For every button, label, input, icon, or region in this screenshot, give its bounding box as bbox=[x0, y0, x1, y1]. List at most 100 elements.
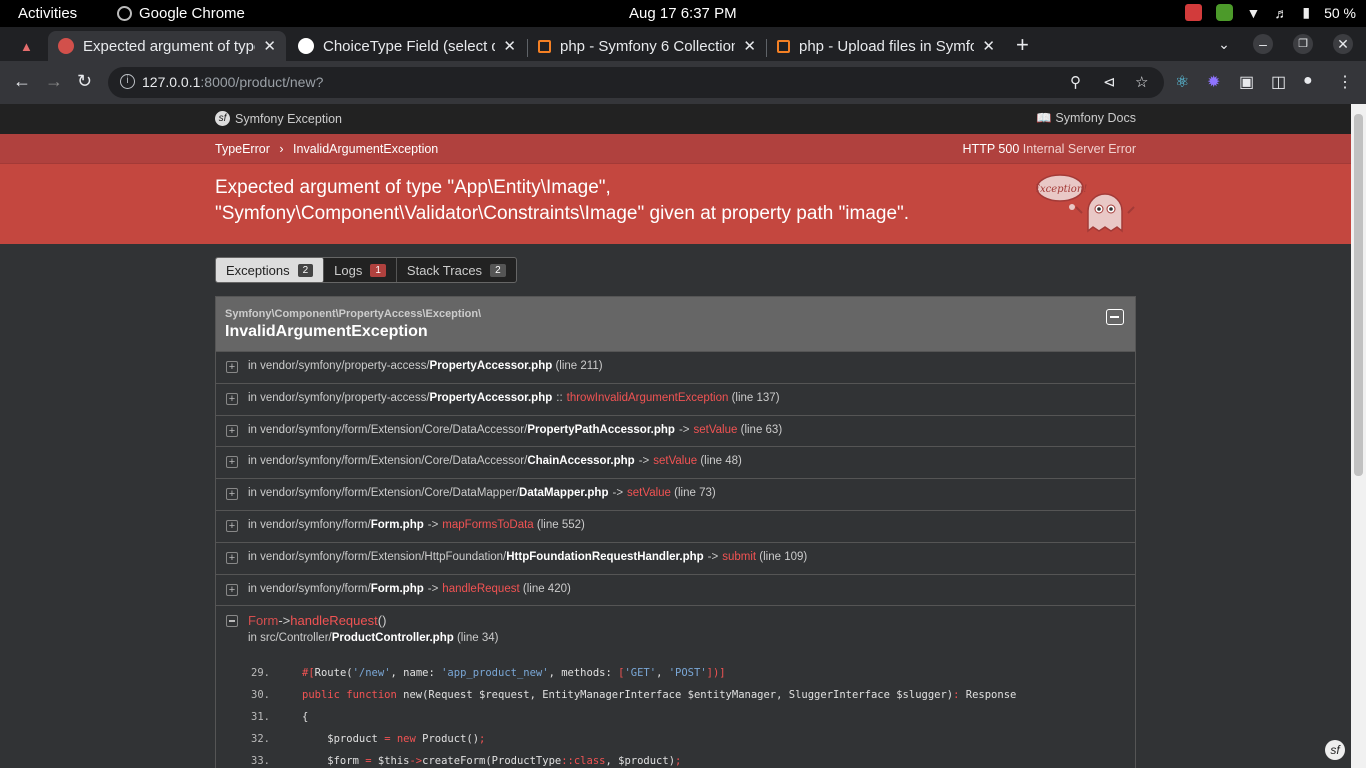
count-badge: 1 bbox=[370, 263, 386, 277]
trace-row[interactable]: + in vendor/symfony/form/Extension/Core/D… bbox=[216, 478, 1135, 510]
trace-op: -> bbox=[707, 550, 719, 563]
tab-search-button[interactable]: ▲ bbox=[10, 31, 46, 61]
activities-button[interactable]: Activities bbox=[18, 5, 77, 22]
close-tab-icon[interactable]: ✕ bbox=[503, 37, 516, 55]
collapse-trace-icon[interactable] bbox=[226, 615, 238, 628]
url-text[interactable]: 127.0.0.1:8000/product/new? bbox=[142, 74, 323, 90]
site-info-icon[interactable]: i bbox=[120, 74, 135, 89]
side-panel-icon[interactable]: ◫ bbox=[1271, 72, 1286, 92]
trace-row[interactable]: + in vendor/symfony/form/Extension/Core/D… bbox=[216, 414, 1135, 447]
crumb-typeerror[interactable]: TypeError bbox=[215, 142, 270, 156]
share-icon[interactable]: ⊲ bbox=[1103, 73, 1116, 91]
trace-function: handleRequest bbox=[442, 582, 520, 595]
trace-line-text: in vendor/symfony/property-access/Proper… bbox=[248, 392, 780, 404]
tab-logs[interactable]: Logs 1 bbox=[324, 258, 397, 282]
code-text: { bbox=[302, 711, 309, 724]
restore-icon[interactable]: ❐ bbox=[1293, 34, 1313, 54]
code-line: 30. public function new(Request $request,… bbox=[251, 684, 1016, 706]
trace-path: in vendor/symfony/form/Extension/Core/Da… bbox=[248, 423, 528, 436]
trace-op: :: bbox=[556, 391, 563, 404]
zoom-icon[interactable]: ⚲ bbox=[1070, 73, 1081, 91]
trace-class: Form bbox=[248, 613, 279, 629]
new-tab-icon[interactable]: + bbox=[1016, 32, 1029, 58]
trace-file: ChainAccessor.php bbox=[527, 455, 635, 468]
scrollbar-thumb[interactable] bbox=[1354, 114, 1363, 476]
volume-icon: ♬ bbox=[1274, 4, 1289, 21]
symfony-toolbar-toggle-icon[interactable]: sf bbox=[1325, 740, 1345, 760]
tab-symfony-collection[interactable]: php - Symfony 6 Collection ✕ bbox=[528, 31, 766, 61]
expand-trace-icon[interactable]: + bbox=[226, 488, 238, 501]
tab-expected-argument[interactable]: Expected argument of type ✕ bbox=[48, 31, 286, 61]
count-badge: 2 bbox=[490, 263, 506, 277]
trace-file: Form.php bbox=[370, 518, 424, 531]
minimize-icon[interactable]: – bbox=[1253, 34, 1273, 54]
trace-row[interactable]: + in vendor/symfony/property-access/Prope… bbox=[216, 351, 1135, 383]
page-scrollbar[interactable] bbox=[1351, 104, 1366, 768]
trace-path: in vendor/symfony/form/Extension/Core/Da… bbox=[248, 487, 520, 500]
tab-choicetype[interactable]: ChoiceType Field (select d ✕ bbox=[288, 31, 526, 61]
expand-trace-icon[interactable]: + bbox=[226, 583, 238, 596]
trace-row[interactable]: + in vendor/symfony/property-access/Prope… bbox=[216, 382, 1135, 415]
close-window-icon[interactable]: ✕ bbox=[1333, 34, 1353, 54]
forward-arrow-icon[interactable]: → bbox=[45, 71, 63, 92]
expand-trace-icon[interactable]: + bbox=[226, 551, 238, 564]
tab-exceptions[interactable]: Exceptions 2 bbox=[216, 258, 325, 282]
exception-message-line: "Symfony\Component\Validator\Constraints… bbox=[215, 203, 910, 224]
trace-row[interactable]: + in vendor/symfony/form/Form.php -> handle… bbox=[216, 573, 1135, 606]
trace-path: in vendor/symfony/property-access/ bbox=[248, 391, 430, 404]
address-bar[interactable]: i 127.0.0.1:8000/product/new? ⚲ ⊲ ☆ bbox=[108, 67, 1164, 98]
browser-toolbar: ← → ↻ i 127.0.0.1:8000/product/new? ⚲ ⊲ … bbox=[0, 61, 1366, 104]
close-tab-icon[interactable]: ✕ bbox=[743, 37, 756, 55]
back-arrow-icon[interactable]: ← bbox=[13, 71, 31, 92]
trace-op: -> bbox=[638, 455, 650, 468]
count-badge: 2 bbox=[297, 263, 314, 277]
reload-icon[interactable]: ↻ bbox=[77, 71, 92, 92]
symfony-ghost-favicon-icon bbox=[58, 38, 74, 54]
trace-row[interactable]: + in vendor/symfony/form/Form.php -> mapFor… bbox=[216, 509, 1135, 542]
code-text: #[Route('/new', name: 'app_product_new',… bbox=[302, 667, 726, 680]
expand-trace-icon[interactable]: + bbox=[226, 361, 238, 373]
exception-message-banner: Expected argument of type "App\Entity\Im… bbox=[0, 164, 1351, 244]
tab-stack-traces[interactable]: Stack Traces 2 bbox=[397, 258, 516, 282]
exception-tabs: Exceptions 2 Logs 1 Stack Traces 2 bbox=[215, 257, 517, 283]
profile-avatar-icon[interactable]: ● bbox=[1303, 72, 1313, 90]
extension-icon[interactable]: ✹ bbox=[1207, 72, 1220, 92]
collapse-icon[interactable] bbox=[1106, 309, 1124, 325]
close-tab-icon[interactable]: ✕ bbox=[982, 37, 995, 55]
trace-line-text: in vendor/symfony/form/Extension/Core/Da… bbox=[248, 487, 716, 499]
stackoverflow-favicon-icon bbox=[777, 39, 790, 53]
react-devtools-icon[interactable]: ⚛ bbox=[1175, 72, 1189, 92]
crumb-invalidargument[interactable]: InvalidArgumentException bbox=[293, 142, 438, 156]
trace-path: in vendor/symfony/form/Extension/HttpFou… bbox=[248, 550, 507, 563]
trace-op: -> bbox=[427, 582, 439, 595]
expand-trace-icon[interactable]: + bbox=[226, 392, 238, 405]
trace-function: throwInvalidArgumentException bbox=[566, 391, 729, 404]
trace-row[interactable]: + in vendor/symfony/form/Extension/Core/D… bbox=[216, 446, 1135, 478]
tab-title: Expected argument of type bbox=[83, 37, 256, 55]
tab-title: php - Symfony 6 Collection bbox=[560, 37, 736, 55]
close-tab-icon[interactable]: ✕ bbox=[263, 37, 276, 55]
trace-row[interactable]: + in vendor/symfony/form/Extension/HttpFo… bbox=[216, 541, 1135, 574]
anydesk-icon[interactable] bbox=[1184, 4, 1202, 21]
app-menu[interactable]: Google Chrome bbox=[117, 5, 245, 22]
symfony-logo-icon: sf bbox=[215, 111, 230, 126]
trace-location[interactable]: in src/Controller/ProductController.php … bbox=[248, 632, 499, 644]
expand-trace-icon[interactable]: + bbox=[226, 519, 238, 532]
tab-search-chevron-icon[interactable]: ⌄ bbox=[1214, 34, 1234, 54]
tab-upload-files[interactable]: php - Upload files in Symfo ✕ bbox=[767, 31, 1005, 61]
trace-paren: () bbox=[377, 613, 387, 629]
trace-list: + in vendor/symfony/property-access/Prope… bbox=[216, 351, 1135, 605]
trace-op: -> bbox=[427, 518, 439, 531]
expand-trace-icon[interactable]: + bbox=[226, 456, 238, 469]
code-text: $form = $this->createForm(ProductType::c… bbox=[302, 755, 682, 768]
update-icon[interactable] bbox=[1215, 4, 1233, 21]
trace-path: in vendor/symfony/form/Extension/Core/Da… bbox=[248, 455, 528, 468]
extensions-puzzle-icon[interactable]: ▣ bbox=[1239, 72, 1254, 92]
clock[interactable]: Aug 17 6:37 PM bbox=[629, 5, 737, 22]
symfony-docs-link[interactable]: 📖 Symfony Docs bbox=[1036, 111, 1136, 126]
code-line: 29. #[Route('/new', name: 'app_product_ne… bbox=[251, 662, 1016, 684]
bookmark-star-icon[interactable]: ☆ bbox=[1135, 73, 1148, 91]
expand-trace-icon[interactable]: + bbox=[226, 424, 238, 437]
menu-kebab-icon[interactable]: ⋮ bbox=[1337, 72, 1353, 92]
system-tray[interactable]: ▼ ♬ ▮ 50 % bbox=[1184, 4, 1356, 21]
